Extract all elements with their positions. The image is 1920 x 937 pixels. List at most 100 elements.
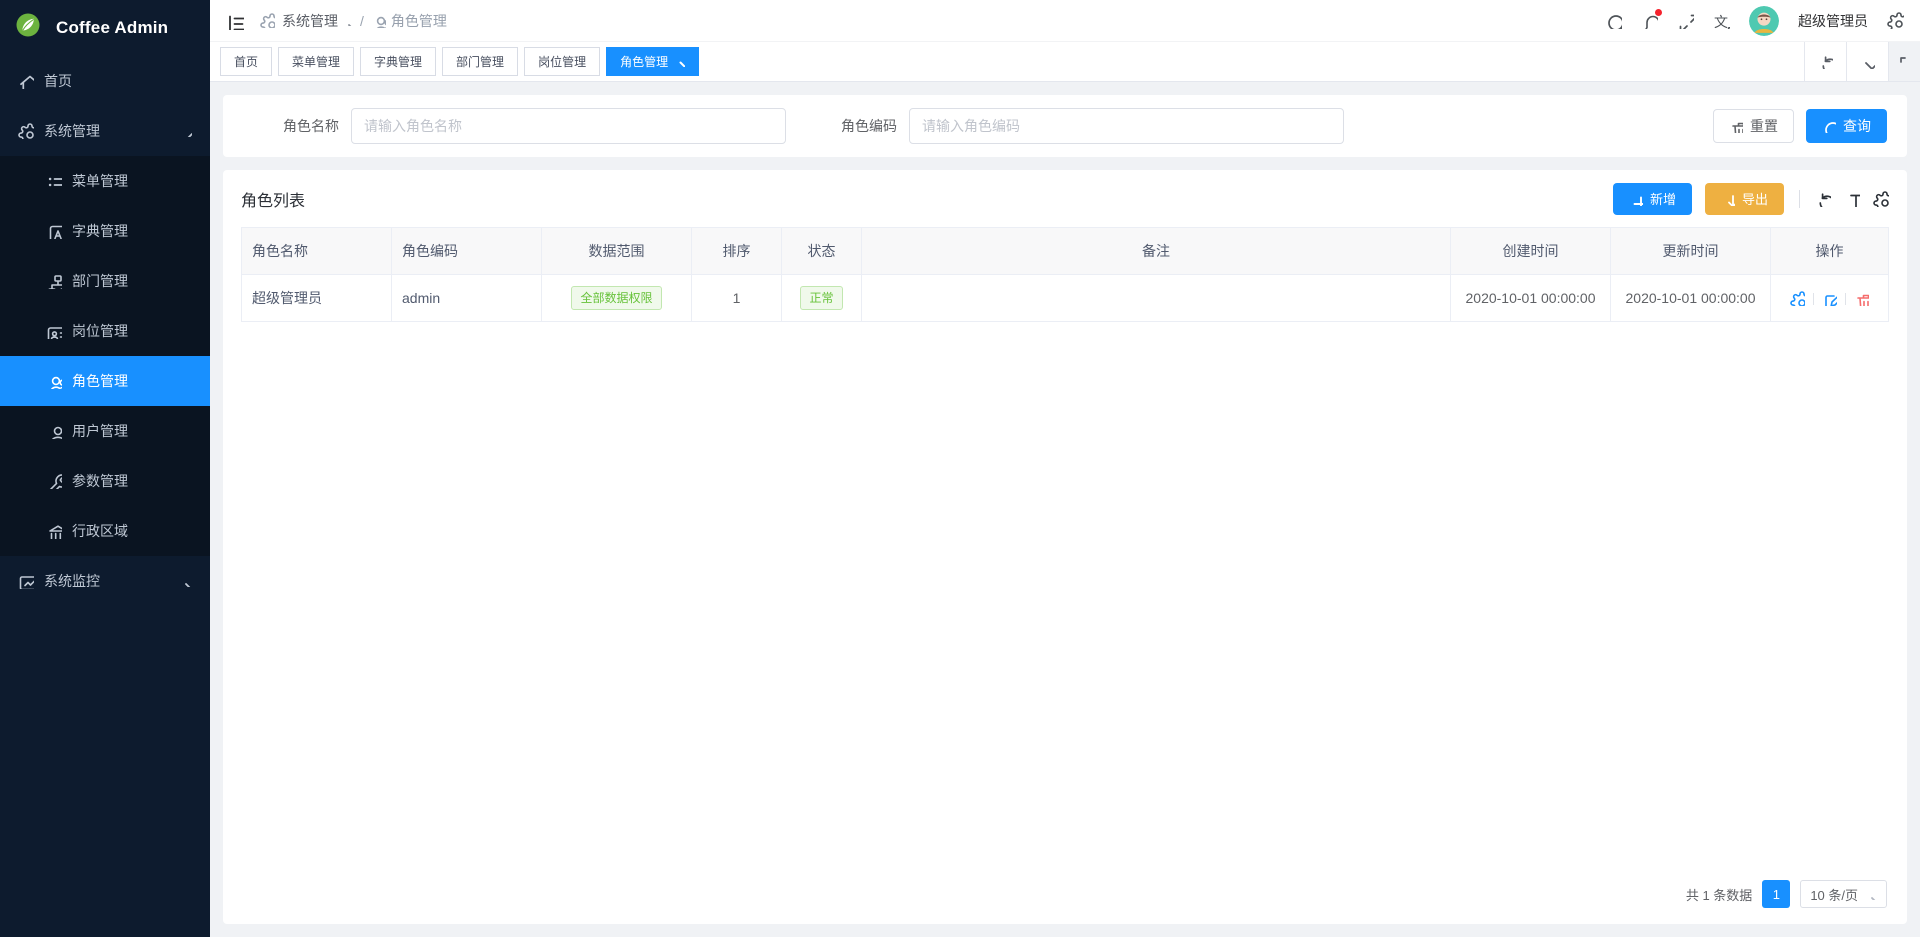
tab-label: 字典管理 (374, 53, 422, 70)
language-translate-icon[interactable] (1713, 12, 1730, 29)
sidebar-item-label: 菜单管理 (72, 171, 128, 191)
refresh-tab-icon[interactable] (1804, 42, 1846, 81)
sidebar-item-system[interactable]: 系统管理 (0, 106, 210, 156)
pagination-page-1[interactable]: 1 (1762, 880, 1790, 908)
breadcrumb-system[interactable]: 系统管理 (282, 11, 353, 31)
tab-label: 角色管理 (620, 53, 668, 70)
current-user-name[interactable]: 超级管理员 (1798, 11, 1868, 31)
cell-status: 正常 (782, 275, 862, 322)
col-created: 创建时间 (1451, 228, 1611, 275)
toolbar-divider (1799, 190, 1800, 208)
maximize-content-icon[interactable] (1888, 42, 1920, 81)
topbar-right: 超级管理员 (1605, 6, 1904, 36)
table-header-row: 角色名称 角色编码 数据范围 排序 状态 备注 创建时间 更新时间 操作 (242, 228, 1889, 275)
role-name-input[interactable] (351, 108, 786, 144)
page-size-value: 10 条/页 (1810, 885, 1858, 904)
sidebar-item-post[interactable]: 岗位管理 (0, 306, 210, 356)
sidebar-item-role[interactable]: 角色管理 (0, 356, 210, 406)
chevron-down-icon (180, 575, 192, 587)
tab-dict[interactable]: 字典管理 (360, 47, 436, 76)
sidebar-item-label: 系统管理 (44, 121, 100, 141)
fullscreen-icon[interactable] (1677, 12, 1694, 29)
card-actions: 新增 导出 (1613, 183, 1889, 215)
gear-icon (260, 13, 275, 28)
plus-icon (1629, 192, 1643, 206)
download-icon (1721, 192, 1735, 206)
tab-dept[interactable]: 部门管理 (442, 47, 518, 76)
sidebar-item-label: 首页 (44, 71, 72, 91)
row-height-icon[interactable] (1844, 191, 1860, 207)
cell-remark (862, 275, 1451, 322)
breadcrumb-label: 系统管理 (282, 11, 338, 31)
monitor-icon (18, 573, 34, 589)
sidebar-item-region[interactable]: 行政区域 (0, 506, 210, 556)
add-button[interactable]: 新增 (1613, 183, 1692, 215)
content: 角色名称 角色编码 重置 查询 (223, 95, 1907, 924)
avatar[interactable] (1749, 6, 1779, 36)
search-button[interactable]: 查询 (1806, 109, 1887, 143)
trash-icon (1729, 119, 1743, 133)
wrench-icon (46, 473, 62, 489)
reset-label: 重置 (1750, 116, 1778, 136)
cell-role-code: admin (392, 275, 542, 322)
sidebar-item-dict[interactable]: 字典管理 (0, 206, 210, 256)
filter-role-name: 角色名称 (283, 108, 786, 144)
tab-label: 部门管理 (456, 53, 504, 70)
notification-bell-icon[interactable] (1641, 12, 1658, 29)
sidebar-item-home[interactable]: 首页 (0, 56, 210, 106)
role-people-icon (371, 13, 386, 28)
cell-data-scope: 全部数据权限 (542, 275, 692, 322)
export-label: 导出 (1742, 189, 1768, 208)
col-sort: 排序 (692, 228, 782, 275)
sidebar-item-label: 系统监控 (44, 571, 100, 591)
row-edit-icon[interactable] (1822, 291, 1837, 306)
org-tree-icon (46, 273, 62, 289)
role-people-icon (46, 373, 62, 389)
tab-post[interactable]: 岗位管理 (524, 47, 600, 76)
role-code-input[interactable] (909, 108, 1344, 144)
col-role-name: 角色名称 (242, 228, 392, 275)
tab-role-active[interactable]: 角色管理 (606, 47, 699, 76)
top-bar: 系统管理 / 角色管理 超级管理员 (210, 0, 1920, 42)
column-settings-gear-icon[interactable] (1873, 191, 1889, 207)
filter-actions: 重置 查询 (1713, 109, 1887, 143)
refresh-table-icon[interactable] (1815, 191, 1831, 207)
collapse-sidebar-icon[interactable] (226, 12, 244, 30)
row-delete-icon[interactable] (1854, 291, 1869, 306)
tab-close-icon[interactable] (675, 57, 685, 67)
sidebar-item-param[interactable]: 参数管理 (0, 456, 210, 506)
reset-button[interactable]: 重置 (1713, 109, 1794, 143)
cell-updated: 2020-10-01 00:00:00 (1611, 275, 1771, 322)
sidebar-item-user[interactable]: 用户管理 (0, 406, 210, 456)
tab-home[interactable]: 首页 (220, 47, 272, 76)
sidebar-item-menu[interactable]: 菜单管理 (0, 156, 210, 206)
cell-sort: 1 (692, 275, 782, 322)
export-button[interactable]: 导出 (1705, 183, 1784, 215)
tab-menu[interactable]: 菜单管理 (278, 47, 354, 76)
notification-dot (1655, 9, 1662, 16)
chevron-up-icon (180, 125, 192, 137)
search-label: 查询 (1843, 116, 1871, 136)
sidebar-item-label: 角色管理 (72, 371, 128, 391)
sidebar-item-monitor[interactable]: 系统监控 (0, 556, 210, 606)
user-icon (46, 423, 62, 439)
filter-card: 角色名称 角色编码 重置 查询 (223, 95, 1907, 157)
role-code-label: 角色编码 (841, 116, 897, 136)
sidebar-item-label: 部门管理 (72, 271, 128, 291)
col-status: 状态 (782, 228, 862, 275)
page-size-select[interactable]: 10 条/页 (1800, 880, 1887, 908)
col-role-code: 角色编码 (392, 228, 542, 275)
settings-gear-icon[interactable] (1887, 12, 1904, 29)
role-list-card: 角色列表 新增 导出 (223, 170, 1907, 924)
cell-role-name: 超级管理员 (242, 275, 392, 322)
chevron-down-icon (343, 16, 353, 26)
sidebar-item-label: 用户管理 (72, 421, 128, 441)
sidebar-item-dept[interactable]: 部门管理 (0, 256, 210, 306)
tab-label: 首页 (234, 53, 258, 70)
cell-actions (1771, 275, 1889, 322)
row-permission-gear-icon[interactable] (1790, 291, 1805, 306)
search-icon[interactable] (1605, 12, 1622, 29)
tab-options-chevron-icon[interactable] (1846, 42, 1888, 81)
id-card-icon (46, 323, 62, 339)
col-updated: 更新时间 (1611, 228, 1771, 275)
